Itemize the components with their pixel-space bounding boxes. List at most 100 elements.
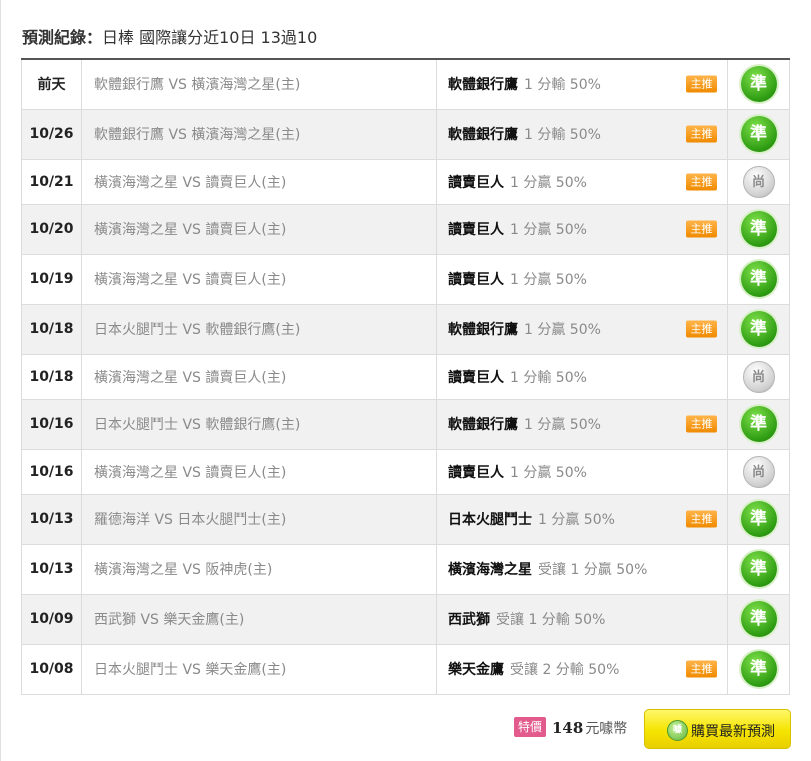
page-title: 預測紀錄：日棒 國際讓分近10日 13過10 [22,24,317,48]
main-pick-tag: 主推 [686,510,717,528]
record-row: 10/16 日本火腿鬥士 VS 軟體銀行鷹(主) 軟體銀行鷹 1 分贏 50% 主推 準 [21,398,790,450]
result-hit-badge: 準 [740,651,777,687]
record-match: 軟體銀行鷹 VS 橫濱海灣之星(主) [81,58,437,110]
pick-line: 1 分輸 50% [510,369,587,386]
record-date: 10/20 [21,203,82,255]
record-match: 西武獅 VS 樂天金鷹(主) [81,593,437,645]
record-pick: 讀賣巨人 1 分贏 50% [436,448,728,495]
record-date: 10/09 [21,593,82,645]
buy-button-label: 購買最新預測 [691,724,775,740]
record-match: 羅德海洋 VS 日本火腿鬥士(主) [81,493,437,545]
record-result: 準 [727,543,790,595]
record-match: 軟體銀行鷹 VS 橫濱海灣之星(主) [81,108,437,160]
record-row: 10/18 橫濱海灣之星 VS 讀賣巨人(主) 讀賣巨人 1 分輸 50% 尚 [21,353,790,400]
record-row: 10/13 羅德海洋 VS 日本火腿鬥士(主) 日本火腿鬥士 1 分贏 50% 主推 準 [21,493,790,545]
record-row: 10/20 橫濱海灣之星 VS 讀賣巨人(主) 讀賣巨人 1 分贏 50% 主推 準 [21,203,790,255]
result-hit-badge: 準 [740,551,777,587]
record-result: 準 [727,643,790,695]
record-row: 10/26 軟體銀行鷹 VS 橫濱海灣之星(主) 軟體銀行鷹 1 分輸 50% 主推 準 [21,108,790,160]
result-hit-badge: 準 [740,116,777,152]
record-pick: 西武獅 受讓 1 分輸 50% [436,593,728,645]
record-match: 日本火腿鬥士 VS 樂天金鷹(主) [81,643,437,695]
main-pick-tag: 主推 [686,220,717,238]
record-date: 10/16 [21,448,82,495]
main-pick-tag: 主推 [686,125,717,143]
record-pick: 樂天金鷹 受讓 2 分輸 50% 主推 [436,643,728,695]
main-pick-tag: 主推 [686,660,717,678]
pick-team: 讀賣巨人 [448,464,504,481]
pick-line: 1 分贏 50% [510,272,587,288]
result-hit-badge: 準 [740,406,777,442]
record-match: 橫濱海灣之星 VS 阪神虎(主) [81,543,437,595]
record-date: 10/13 [21,543,82,595]
record-date: 10/13 [21,493,82,545]
record-date: 10/19 [21,253,82,305]
record-pick: 讀賣巨人 1 分贏 50% 主推 [436,203,728,255]
main-pick-tag: 主推 [686,320,717,338]
pick-team: 日本火腿鬥士 [448,512,532,528]
record-row: 10/18 日本火腿鬥士 VS 軟體銀行鷹(主) 軟體銀行鷹 1 分贏 50% 主推 準 [21,303,790,355]
purchase-footer: 特價 148 元噱幣 噱 購買最新預測 [0,708,811,761]
pick-line: 1 分贏 50% [510,464,587,481]
record-date: 10/08 [21,643,82,695]
page-title-label: 預測紀錄： [22,28,103,47]
record-result: 準 [727,303,790,355]
record-row: 10/16 橫濱海灣之星 VS 讀賣巨人(主) 讀賣巨人 1 分贏 50% 尚 [21,448,790,495]
record-result: 準 [727,203,790,255]
price-display: 148 元噱幣 [552,718,627,738]
record-pick: 日本火腿鬥士 1 分贏 50% 主推 [436,493,728,545]
pick-line: 受讓 2 分輸 50% [510,662,620,678]
record-pick: 讀賣巨人 1 分贏 50% 主推 [436,158,728,205]
pick-team: 西武獅 [448,612,490,628]
record-pick: 讀賣巨人 1 分輸 50% [436,353,728,400]
record-date: 10/18 [21,353,82,400]
pick-team: 讀賣巨人 [448,369,504,386]
record-match: 橫濱海灣之星 VS 讀賣巨人(主) [81,448,437,495]
record-match: 橫濱海灣之星 VS 讀賣巨人(主) [81,353,437,400]
prediction-records-table: 前天 軟體銀行鷹 VS 橫濱海灣之星(主) 軟體銀行鷹 1 分輸 50% 主推準 10/2… [21,58,790,695]
pick-team: 讀賣巨人 [448,174,504,191]
record-row: 10/13 橫濱海灣之星 VS 阪神虎(主) 橫濱海灣之星 受讓 1 分贏 50% 準 [21,543,790,595]
record-row: 10/09 西武獅 VS 樂天金鷹(主) 西武獅 受讓 1 分輸 50% 準 [21,593,790,645]
result-hit-badge: 準 [740,66,777,103]
coin-icon: 噱 [667,720,688,741]
records-table-body: 前天 軟體銀行鷹 VS 橫濱海灣之星(主) 軟體銀行鷹 1 分輸 50% 主推準 10/2… [21,58,790,695]
record-match: 橫濱海灣之星 VS 讀賣巨人(主) [81,203,437,255]
result-hit-badge: 準 [740,601,777,637]
record-date: 10/26 [21,108,82,160]
record-result: 尚 [727,158,790,205]
record-match: 日本火腿鬥士 VS 軟體銀行鷹(主) [81,303,437,355]
pick-line: 1 分贏 50% [524,322,601,338]
buy-latest-prediction-button[interactable]: 噱 購買最新預測 [644,709,791,749]
record-date: 10/16 [21,398,82,450]
record-result: 準 [727,253,790,305]
pick-line: 1 分贏 50% [538,512,615,528]
pick-line: 1 分贏 50% [510,222,587,238]
record-date: 前天 [21,58,82,110]
record-pick: 軟體銀行鷹 1 分輸 50% 主推 [436,58,728,110]
page-title-text: 日棒 國際讓分近10日 13過10 [102,28,318,47]
special-price-badge: 特價 [514,717,546,737]
record-date: 10/21 [21,158,82,205]
main-pick-tag: 主推 [686,173,717,190]
record-match: 橫濱海灣之星 VS 讀賣巨人(主) [81,158,437,205]
record-date: 10/18 [21,303,82,355]
record-row: 前天 軟體銀行鷹 VS 橫濱海灣之星(主) 軟體銀行鷹 1 分輸 50% 主推 準 [21,58,790,110]
result-pending-badge: 尚 [742,455,775,488]
pick-line: 1 分贏 50% [524,417,601,433]
result-hit-badge: 準 [740,501,777,537]
result-hit-badge: 準 [740,311,777,347]
pick-team: 樂天金鷹 [448,662,504,678]
record-pick: 讀賣巨人 1 分贏 50% [436,253,728,305]
record-result: 準 [727,593,790,645]
record-match: 橫濱海灣之星 VS 讀賣巨人(主) [81,253,437,305]
page-frame-border [0,0,1,761]
pick-line: 受讓 1 分輸 50% [496,612,606,628]
record-row: 10/21 橫濱海灣之星 VS 讀賣巨人(主) 讀賣巨人 1 分贏 50% 主推 尚 [21,158,790,205]
record-result: 尚 [727,353,790,400]
pick-team: 橫濱海灣之星 [448,562,532,578]
pick-line: 1 分輸 50% [524,77,601,94]
record-result: 準 [727,493,790,545]
record-row: 10/19 橫濱海灣之星 VS 讀賣巨人(主) 讀賣巨人 1 分贏 50% 準 [21,253,790,305]
record-result: 準 [727,58,790,110]
